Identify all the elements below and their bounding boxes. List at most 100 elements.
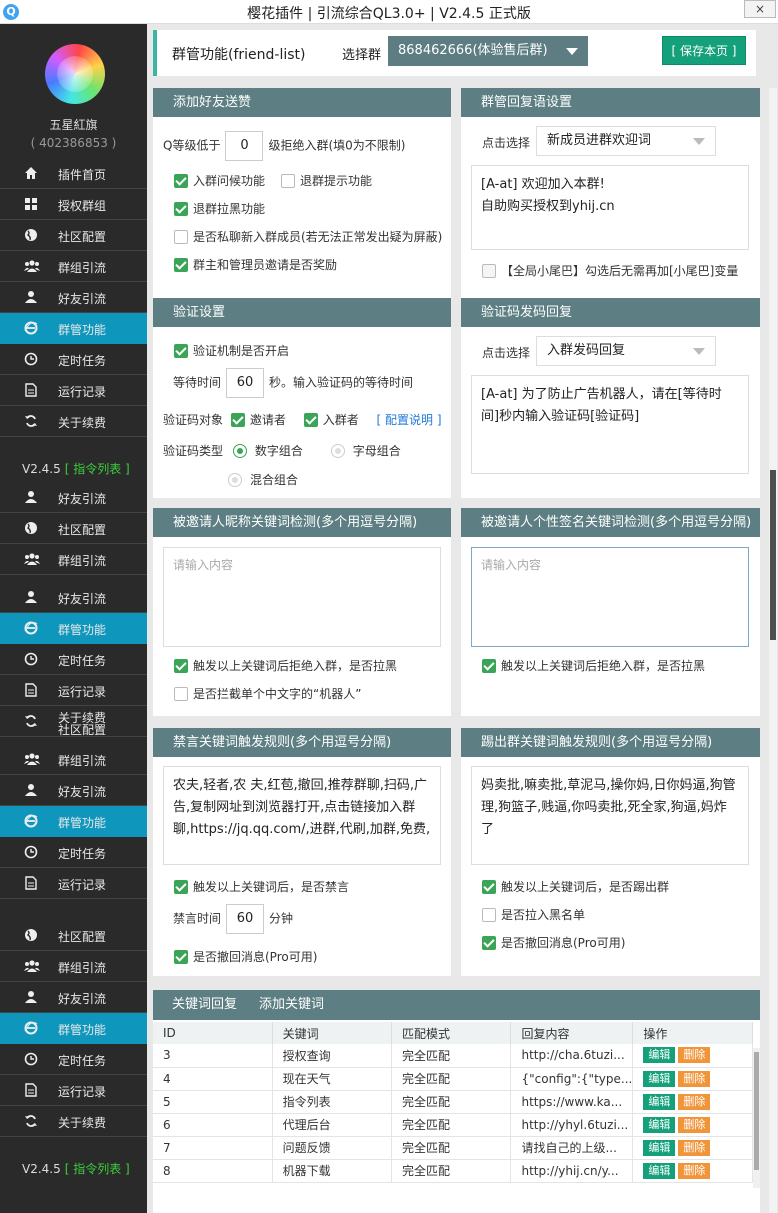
checkbox-unchecked[interactable] xyxy=(281,174,295,188)
sidebar-item[interactable]: 运行记录 xyxy=(0,675,147,706)
edit-button[interactable]: 编辑 xyxy=(643,1139,676,1156)
checkbox-checked[interactable] xyxy=(174,880,188,894)
table-row[interactable]: 6 代理后台 完全匹配 http://yhyl.6tuzi... 编辑 删除 xyxy=(153,1113,753,1137)
sidebar-item[interactable]: 定时任务 xyxy=(0,644,147,675)
sidebar-item[interactable]: 群管功能 xyxy=(0,613,147,644)
sidebar-item[interactable]: 好友引流 xyxy=(0,982,147,1013)
command-list-link[interactable]: [ 指令列表 ] xyxy=(65,1162,130,1176)
sidebar-item[interactable]: 插件首页 xyxy=(0,158,147,189)
kick-blacklist-option[interactable]: 是否拉入黑名单 xyxy=(482,906,585,923)
code-reply-textarea[interactable]: [A-at] 为了防止广告机器人，请在[等待时间]秒内输入验证码[验证码] xyxy=(471,375,749,474)
checkbox-checked[interactable] xyxy=(482,659,496,673)
checkbox-checked[interactable] xyxy=(174,202,188,216)
column-header[interactable]: 操作 xyxy=(632,1022,753,1044)
sidebar-item[interactable]: 授权群组 xyxy=(0,189,147,220)
checkbox-checked[interactable] xyxy=(174,659,188,673)
sidebar-item[interactable]: 好友引流 xyxy=(0,582,147,613)
checkbox-checked[interactable] xyxy=(482,880,496,894)
delete-button[interactable]: 删除 xyxy=(678,1116,711,1133)
delete-button[interactable]: 删除 xyxy=(678,1139,711,1156)
close-button[interactable]: × xyxy=(744,0,776,18)
sidebar-item[interactable]: 社区配置 xyxy=(0,220,147,251)
table-row[interactable]: 7 问题反馈 完全匹配 请找自己的上级... 编辑 删除 xyxy=(153,1136,753,1160)
checkbox-unchecked[interactable] xyxy=(482,264,496,278)
verify-enable-option[interactable]: 验证机制是否开启 xyxy=(174,342,289,359)
checkbox-checked[interactable] xyxy=(174,344,188,358)
global-tail-option[interactable]: 【全局小尾巴】勾选后无需再加[小尾巴]变量 xyxy=(482,262,738,279)
sidebar-item[interactable]: 好友引流 xyxy=(0,775,147,806)
edit-button[interactable]: 编辑 xyxy=(643,1093,676,1110)
checkbox-unchecked[interactable] xyxy=(482,908,496,922)
checkbox-unchecked[interactable] xyxy=(174,687,188,701)
delete-button[interactable]: 删除 xyxy=(678,1162,711,1179)
sidebar-item[interactable]: 群组引流 xyxy=(0,251,147,282)
radio-unselected[interactable] xyxy=(228,473,242,487)
radio-selected[interactable] xyxy=(232,444,247,458)
edit-button[interactable]: 编辑 xyxy=(643,1047,676,1064)
invite-reward-option[interactable]: 群主和管理员邀请是否奖励 xyxy=(174,256,337,273)
sidebar-item[interactable]: 群组引流 xyxy=(0,744,147,775)
add-keyword-button[interactable]: 添加关键词 xyxy=(259,997,324,1012)
edit-button[interactable]: 编辑 xyxy=(643,1162,676,1179)
nickname-keywords-input[interactable]: 请输入内容 xyxy=(163,547,441,647)
config-help-link[interactable]: [ 配置说明 ] xyxy=(377,413,442,427)
sidebar-item[interactable]: 运行记录 xyxy=(0,1075,147,1106)
delete-button[interactable]: 删除 xyxy=(678,1093,711,1110)
checkbox-checked[interactable] xyxy=(482,936,496,950)
sidebar-item[interactable]: 定时任务 xyxy=(0,344,147,375)
sidebar-item[interactable]: 运行记录 xyxy=(0,868,147,899)
level-input[interactable]: 0 xyxy=(225,131,264,161)
save-page-button[interactable]: [ 保存本页 ] xyxy=(662,36,746,65)
column-header[interactable]: 回复内容 xyxy=(510,1022,634,1044)
checkbox-checked[interactable] xyxy=(230,413,245,427)
signature-keywords-input[interactable]: 请输入内容 xyxy=(471,547,749,647)
mute-keywords-textarea[interactable]: 农夫,轻者,农 夫,红苞,撤回,推荐群聊,扫码,广告,复制网址到浏览器打开,点击… xyxy=(163,766,441,865)
radio-unselected[interactable] xyxy=(330,444,345,458)
sidebar-item[interactable]: 定时任务 xyxy=(0,837,147,868)
mute-recall-option[interactable]: 是否撤回消息(Pro可用) xyxy=(174,948,317,965)
code-reply-select[interactable]: 入群发码回复 xyxy=(536,336,716,366)
kick-recall-option[interactable]: 是否撤回消息(Pro可用) xyxy=(482,934,625,951)
page-scrollbar[interactable] xyxy=(769,88,777,1213)
command-list-link[interactable]: [ 指令列表 ] xyxy=(65,462,130,476)
sidebar-item[interactable]: 群管功能 xyxy=(0,806,147,837)
delete-button[interactable]: 删除 xyxy=(678,1070,711,1087)
table-row[interactable]: 3 授权查询 完全匹配 http://cha.6tuzi... 编辑 删除 xyxy=(153,1044,753,1068)
welcome-option[interactable]: 入群问候功能 xyxy=(174,172,265,189)
sidebar-item[interactable]: 运行记录 xyxy=(0,375,147,406)
checkbox-checked[interactable] xyxy=(174,258,188,272)
checkbox-checked[interactable] xyxy=(174,174,188,188)
reply-type-select[interactable]: 新成员进群欢迎词 xyxy=(536,126,716,156)
leave-notice-option[interactable]: 退群提示功能 xyxy=(281,172,372,189)
table-row[interactable]: 4 现在天气 完全匹配 {"config":{"type... 编辑 删除 xyxy=(153,1067,753,1091)
mute-time-input[interactable]: 60 xyxy=(226,904,265,934)
table-scrollbar-thumb[interactable] xyxy=(754,1052,759,1170)
checkbox-unchecked[interactable] xyxy=(174,230,188,244)
sidebar-item[interactable]: 社区配置 xyxy=(0,920,147,951)
edit-button[interactable]: 编辑 xyxy=(643,1116,676,1133)
signature-blacklist-option[interactable]: 触发以上关键词后拒绝入群，是否拉黑 xyxy=(482,657,705,674)
group-select[interactable]: 868462666(体验售后群) xyxy=(388,36,588,66)
checkbox-checked[interactable] xyxy=(303,413,318,427)
sidebar-item[interactable]: 关于续费 xyxy=(0,406,147,437)
mute-option[interactable]: 触发以上关键词后，是否禁言 xyxy=(174,878,349,895)
table-row[interactable]: 8 机器下载 完全匹配 http://yhij.cn/y... 编辑 删除 xyxy=(153,1159,753,1183)
wait-time-input[interactable]: 60 xyxy=(226,368,265,398)
kick-option[interactable]: 触发以上关键词后，是否踢出群 xyxy=(482,878,669,895)
leave-blacklist-option[interactable]: 退群拉黑功能 xyxy=(174,200,265,217)
edit-button[interactable]: 编辑 xyxy=(643,1070,676,1087)
keyword-tab[interactable]: 关键词回复 xyxy=(172,997,237,1012)
checkbox-checked[interactable] xyxy=(174,950,188,964)
sidebar-item[interactable]: 好友引流 xyxy=(0,282,147,313)
sidebar-item[interactable]: 关于续费 xyxy=(0,1106,147,1137)
sidebar-item[interactable]: 群管功能 xyxy=(0,1013,147,1044)
block-robot-option[interactable]: 是否拦截单个中文字的“机器人” xyxy=(174,685,361,702)
table-row[interactable]: 5 指令列表 完全匹配 https://www.ka... 编辑 删除 xyxy=(153,1090,753,1114)
sidebar-item[interactable]: 好友引流 xyxy=(0,482,147,513)
column-header[interactable]: ID xyxy=(153,1022,273,1044)
sidebar-item[interactable]: 社区配置 xyxy=(0,513,147,544)
nickname-blacklist-option[interactable]: 触发以上关键词后拒绝入群，是否拉黑 xyxy=(174,657,397,674)
sidebar-item[interactable]: 关于续费 社区配置 xyxy=(0,706,147,737)
sidebar-item[interactable]: 群组引流 xyxy=(0,951,147,982)
verify-type-mixed[interactable]: 混合组合 xyxy=(228,471,298,488)
